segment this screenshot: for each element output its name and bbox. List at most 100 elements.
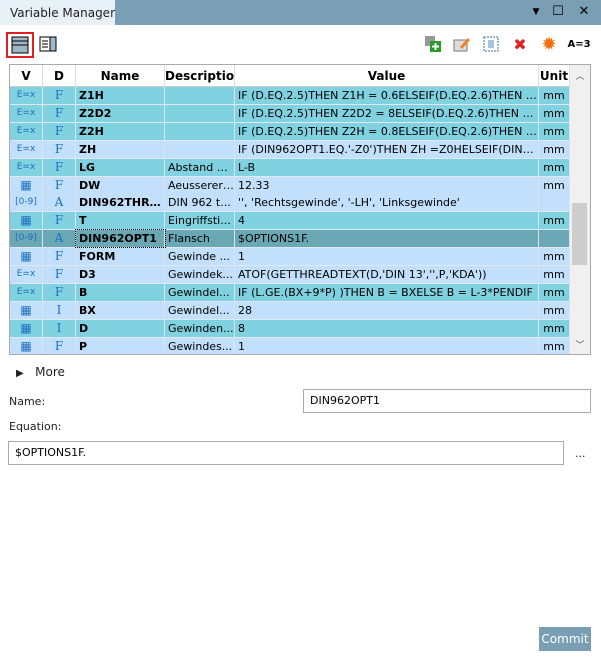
value-cell: IF (L.GE.(BX+9*P) )THEN B = BXELSE B = L… <box>235 283 539 301</box>
table-row[interactable]: [0-9]ADIN962THREADDIN 962 t... '', 'Rech… <box>10 194 570 213</box>
column-header-unit[interactable]: Unit <box>539 65 570 86</box>
title-bar: Variable Manager ▼ ☐ ✕ <box>0 0 601 25</box>
vertical-scrollbar[interactable]: ︿ ﹀ <box>570 65 590 354</box>
unit-cell: mm <box>539 87 570 104</box>
unit-cell: mm <box>539 283 570 301</box>
name-cell: T <box>76 212 165 230</box>
table-row[interactable]: ▦ F DW Aeusserer ... 12.33 mm <box>10 176 570 195</box>
variable-type-icon: E=x <box>10 266 43 283</box>
data-type-icon: A <box>43 194 76 212</box>
table-row[interactable]: E=x F B Gewindel... IF (L.GE.(BX+9*P) )THEN … <box>10 283 570 302</box>
column-header-d[interactable]: D <box>43 65 76 86</box>
name-cell: Z1H <box>76 87 165 104</box>
data-type-icon: I <box>43 301 76 319</box>
commit-button[interactable]: Commit <box>539 627 591 651</box>
list-view-button[interactable] <box>6 32 34 58</box>
unit-cell: mm <box>539 140 570 158</box>
column-header-value[interactable]: Value <box>235 65 539 86</box>
table-row[interactable]: E=x F LG Abstand d... L-B mm <box>10 158 570 177</box>
variable-type-icon: E=x <box>10 104 43 122</box>
equation-input[interactable]: $OPTIONS1F. <box>8 441 564 465</box>
description-cell: Flansch <box>165 230 235 248</box>
table-row[interactable]: E=x F D3 Gewindek... ATOF(GETTHREADTEXT(D,'D… <box>10 266 570 284</box>
variable-table: V D Name Description Value Unit E=x F Z1H IF (D.… <box>9 64 591 355</box>
name-input[interactable]: DIN962OPT1 <box>303 389 591 413</box>
name-label: Name: <box>9 395 46 408</box>
table-row[interactable]: E=x F Z2H IF (D.EQ.2.5)THEN Z2H = 0.8ELSEIF… <box>10 122 570 141</box>
data-type-icon: F <box>43 122 76 140</box>
name-cell: DIN962THREAD <box>76 194 165 212</box>
value-cell: 1 <box>235 337 539 354</box>
scroll-up-icon[interactable]: ︿ <box>570 69 590 82</box>
assign-button[interactable]: A=3 <box>566 33 592 55</box>
value-cell: 4 <box>235 212 539 230</box>
unit-cell: mm <box>539 176 570 194</box>
description-cell: Gewindes... <box>165 337 235 354</box>
value-cell: $OPTIONS1F. <box>235 230 539 248</box>
more-expander[interactable]: ▶ More <box>16 365 65 379</box>
table-row[interactable]: E=x F Z1H IF (D.EQ.2.5)THEN Z1H = 0.6ELSEIF… <box>10 87 570 105</box>
unit-cell: mm <box>539 104 570 122</box>
tab-variable-manager[interactable]: Variable Manager <box>0 0 115 25</box>
edit-button[interactable] <box>451 33 473 55</box>
description-cell: Gewinden... <box>165 319 235 337</box>
value-cell: IF (D.EQ.2.5)THEN Z1H = 0.6ELSEIF(D.EQ.2… <box>235 87 539 104</box>
settings-icon[interactable]: ✹ <box>538 33 560 55</box>
table-row[interactable]: ▦ I BX Gewindel... 28 mm <box>10 301 570 320</box>
edit-icon <box>453 38 470 52</box>
table-row[interactable]: ▦ F T Eingriffsti... 4 mm <box>10 212 570 231</box>
value-cell: 1 <box>235 248 539 266</box>
description-cell: DIN 962 t... <box>165 194 235 212</box>
description-cell: Aeusserer ... <box>165 176 235 194</box>
add-variable-button[interactable] <box>422 33 444 55</box>
data-type-icon: F <box>43 140 76 158</box>
table-row[interactable]: E=x F Z2D2 IF (D.EQ.2.5)THEN Z2D2 = 8ELSEIF… <box>10 104 570 123</box>
unit-cell: mm <box>539 212 570 230</box>
description-cell <box>165 122 235 140</box>
column-header-description[interactable]: Description <box>165 65 235 86</box>
name-cell: D <box>76 319 165 337</box>
unit-cell: mm <box>539 158 570 176</box>
detail-view-button[interactable] <box>37 33 59 55</box>
description-cell: Gewindek... <box>165 266 235 283</box>
unit-cell: mm <box>539 337 570 354</box>
column-header-name[interactable]: Name <box>76 65 165 86</box>
name-cell: BX <box>76 301 165 319</box>
detail-view-icon <box>39 36 57 52</box>
variable-type-icon: [0-9] <box>10 230 43 248</box>
column-header-v[interactable]: V <box>10 65 43 86</box>
value-cell: IF (D.EQ.2.5)THEN Z2D2 = 8ELSEIF(D.EQ.2.… <box>235 104 539 122</box>
unit-cell: mm <box>539 266 570 283</box>
data-type-icon: F <box>43 283 76 301</box>
browse-equation-button[interactable]: ... <box>575 447 586 460</box>
description-cell <box>165 87 235 104</box>
scrollbar-thumb[interactable] <box>572 203 587 265</box>
dropdown-icon[interactable]: ▼ <box>528 7 544 17</box>
close-icon[interactable]: ✕ <box>576 4 592 19</box>
table-row[interactable]: ▦ I D Gewinden... 8 mm <box>10 319 570 338</box>
name-cell: FORM <box>76 248 165 266</box>
more-label: More <box>35 365 65 379</box>
description-cell <box>165 104 235 122</box>
description-cell: Gewinde ... <box>165 248 235 266</box>
maximize-icon[interactable]: ☐ <box>550 4 566 19</box>
table-row[interactable]: E=x F ZH IF (DIN962OPT1.EQ.'-Z0')THEN ZH =Z… <box>10 140 570 159</box>
scroll-down-icon[interactable]: ﹀ <box>570 338 590 351</box>
unit-cell: mm <box>539 319 570 337</box>
value-cell: 8 <box>235 319 539 337</box>
delete-icon[interactable]: ✖ <box>509 33 531 55</box>
add-variable-icon <box>425 36 441 52</box>
table-row[interactable]: ▦ F FORM Gewinde ... 1 mm <box>10 248 570 267</box>
variable-type-icon: ▦ <box>10 301 43 319</box>
table-row[interactable]: [0-9] A DIN962OPT1 Flansch $OPTIONS1F. <box>10 229 570 249</box>
copy-button[interactable] <box>480 33 502 55</box>
variable-type-icon: E=x <box>10 87 43 104</box>
unit-cell <box>539 194 570 212</box>
data-type-icon: A <box>43 230 76 248</box>
data-type-icon: F <box>43 266 76 283</box>
value-cell: ATOF(GETTHREADTEXT(D,'DIN 13','',P,'KDA'… <box>235 266 539 283</box>
variable-type-icon: ▦ <box>10 248 43 266</box>
data-type-icon: F <box>43 158 76 176</box>
table-row[interactable]: ▦ F P Gewindes... 1 mm <box>10 337 570 354</box>
table-header: V D Name Description Value Unit <box>10 65 570 87</box>
